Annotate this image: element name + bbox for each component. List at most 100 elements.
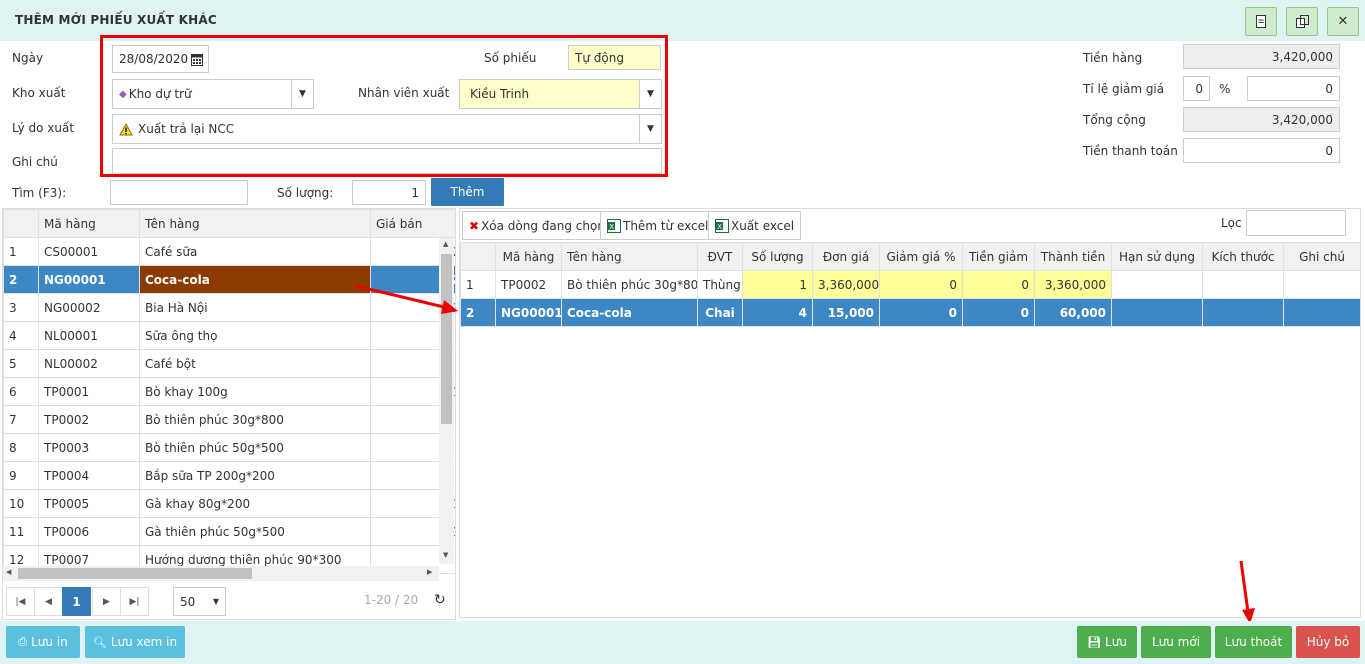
- discount-amount-input[interactable]: 0: [1247, 76, 1340, 101]
- cancel-button[interactable]: Hủy bỏ: [1296, 626, 1360, 658]
- detail-col-header[interactable]: Ghi chú: [1283, 242, 1360, 271]
- detail-cell[interactable]: 60,000: [1034, 298, 1112, 327]
- save-label: Lưu: [1105, 635, 1127, 649]
- page-size-select[interactable]: 50 ▼: [173, 587, 226, 616]
- document-icon: [1256, 15, 1266, 28]
- detail-cell[interactable]: 4: [742, 298, 813, 327]
- scroll-left-icon[interactable]: ◀: [6, 568, 11, 576]
- prev-page-icon: ◀: [45, 596, 52, 607]
- detail-row[interactable]: 1 TP0002 Bò thiên phúc 30g*800 Thùng 1 3,360,…: [460, 270, 1360, 299]
- filter-input[interactable]: [1246, 210, 1346, 236]
- first-page-icon: |◀: [15, 596, 26, 607]
- current-page-button[interactable]: 1: [62, 587, 91, 616]
- reason-label: Lý do xuất: [12, 121, 75, 135]
- table-row[interactable]: 4 NL00001 Sữa ông thọ: [3, 321, 455, 350]
- close-button[interactable]: ✕: [1327, 7, 1359, 36]
- vertical-scrollbar[interactable]: ▲ ▼: [439, 238, 454, 564]
- refresh-icon[interactable]: ↻: [434, 592, 446, 608]
- detail-cell[interactable]: [1111, 270, 1203, 299]
- hscroll-thumb[interactable]: [18, 568, 252, 579]
- close-icon: ✕: [1337, 14, 1349, 29]
- qty-input[interactable]: 1: [352, 180, 426, 205]
- search-input[interactable]: [110, 180, 248, 205]
- table-row[interactable]: 10TP0005Gà khay 80g*20017: [3, 489, 455, 518]
- next-page-button[interactable]: ▶: [92, 587, 121, 616]
- detail-col-header[interactable]: Tiền giảm: [962, 242, 1035, 271]
- detail-cell[interactable]: [1283, 298, 1360, 327]
- detail-col-header[interactable]: ĐVT: [697, 242, 743, 271]
- detail-cell[interactable]: [1283, 270, 1360, 299]
- import-excel-button[interactable]: X Thêm từ excel: [600, 211, 716, 240]
- cell-code: TP0002: [38, 405, 140, 434]
- detail-col-header[interactable]: Số lượng: [742, 242, 813, 271]
- cell-code: TP0005: [38, 489, 140, 518]
- delete-row-button[interactable]: ✖ Xóa dòng đang chọn: [462, 211, 612, 240]
- detail-cell[interactable]: 3,360,000: [812, 270, 880, 299]
- table-row[interactable]: 3NG00002Bia Hà Nội16: [3, 293, 455, 322]
- detail-cell[interactable]: 0: [962, 270, 1035, 299]
- save-print-button[interactable]: ⎙ Lưu in: [6, 626, 80, 658]
- detail-col-header[interactable]: Thành tiền: [1034, 242, 1112, 271]
- date-label: Ngày: [12, 51, 44, 65]
- restore-icon-button[interactable]: [1286, 7, 1318, 36]
- add-button[interactable]: Thêm: [431, 178, 504, 206]
- scroll-right-icon[interactable]: ▶: [427, 568, 432, 576]
- detail-row[interactable]: 2 NG00001 Coca-cola Chai 4 15,000 0 0 60,000: [460, 298, 1360, 327]
- detail-cell[interactable]: 0: [879, 270, 963, 299]
- save-new-button[interactable]: Lưu mới: [1141, 626, 1211, 658]
- table-row[interactable]: 6TP0001Bò khay 100g15: [3, 377, 455, 406]
- search-label: Tìm (F3):: [12, 186, 67, 200]
- chevron-down-icon: ▼: [212, 597, 219, 606]
- document-icon-button[interactable]: [1245, 7, 1277, 36]
- table-row[interactable]: 8TP0003Bò thiên phúc 50g*5009: [3, 433, 455, 462]
- qty-label: Số lượng:: [277, 186, 334, 200]
- cell-name: Coca-cola: [139, 265, 371, 294]
- table-row[interactable]: 9TP0004Bắp sữa TP 200g*2009: [3, 461, 455, 490]
- detail-cell[interactable]: 3,360,000: [1034, 270, 1112, 299]
- detail-cell[interactable]: [1202, 298, 1284, 327]
- save-preview-button[interactable]: 🔍︎ Lưu xem in: [85, 626, 185, 658]
- first-page-button[interactable]: |◀: [6, 587, 35, 616]
- save-button[interactable]: 💾︎ Lưu: [1077, 626, 1137, 658]
- table-row[interactable]: 1CS00001Café sữa25: [3, 237, 455, 266]
- detail-col-header[interactable]: Giảm giá %: [879, 242, 963, 271]
- last-page-button[interactable]: ▶|: [120, 587, 149, 616]
- cell-name: Bò thiên phúc 30g*800: [139, 405, 371, 434]
- cell-no: 3: [3, 293, 39, 322]
- detail-col-header[interactable]: Tên hàng: [561, 242, 698, 271]
- table-row[interactable]: 11TP0006Gà thiên phúc 50g*50012: [3, 517, 455, 546]
- delete-icon: ✖: [469, 218, 480, 233]
- detail-table: Mã hàng Tên hàng ĐVT Số lượng Đơn giá Giảm gi…: [460, 242, 1360, 327]
- col-header-code[interactable]: Mã hàng: [38, 209, 140, 238]
- prev-page-button[interactable]: ◀: [34, 587, 63, 616]
- table-row[interactable]: 5 NL00002 Café bột: [3, 349, 455, 378]
- detail-col-header[interactable]: Kích thước: [1202, 242, 1284, 271]
- table-row[interactable]: 7TP0002Bò thiên phúc 30g*8006: [3, 405, 455, 434]
- scroll-up-icon[interactable]: ▲: [443, 240, 448, 248]
- table-row[interactable]: 2NG00001Coca-cola20: [3, 265, 455, 294]
- detail-col-header[interactable]: Đơn giá: [812, 242, 880, 271]
- export-excel-button[interactable]: X Xuất excel: [708, 211, 802, 240]
- payment-input[interactable]: 0: [1183, 138, 1340, 163]
- col-header-name[interactable]: Tên hàng: [139, 209, 371, 238]
- save-exit-button[interactable]: Lưu thoát: [1215, 626, 1292, 658]
- detail-cell[interactable]: 15,000: [812, 298, 880, 327]
- total-label: Tổng cộng: [1083, 113, 1146, 127]
- detail-cell[interactable]: 0: [962, 298, 1035, 327]
- page-size-value: 50: [180, 594, 196, 609]
- detail-cell[interactable]: 1: [742, 270, 813, 299]
- scroll-thumb[interactable]: [441, 254, 452, 424]
- product-list-panel: Mã hàng Tên hàng Giá bán 1 CS00001 Café sữ…: [2, 208, 456, 620]
- next-page-icon: ▶: [103, 596, 110, 607]
- horizontal-scrollbar[interactable]: ◀ ▶: [3, 566, 439, 581]
- col-header-price[interactable]: Giá bán: [370, 209, 455, 238]
- detail-cell: Chai: [697, 298, 743, 327]
- detail-col-header[interactable]: [460, 242, 496, 271]
- detail-cell[interactable]: [1202, 270, 1284, 299]
- detail-cell[interactable]: 0: [879, 298, 963, 327]
- detail-col-header[interactable]: Mã hàng: [495, 242, 562, 271]
- detail-cell[interactable]: [1111, 298, 1203, 327]
- scroll-down-icon[interactable]: ▼: [443, 551, 448, 559]
- detail-col-header[interactable]: Hạn sử dụng: [1111, 242, 1203, 271]
- discount-pct-input[interactable]: 0: [1183, 76, 1210, 101]
